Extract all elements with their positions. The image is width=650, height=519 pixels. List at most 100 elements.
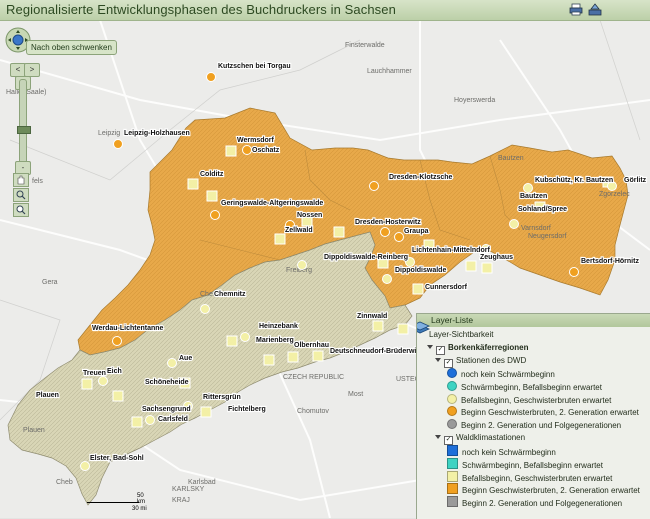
layer-visibility-label: Layer-Sichtbarkeit [429,330,494,339]
waldklima-station-marker[interactable] [412,283,424,295]
zoom-slider-thumb[interactable] [17,126,31,134]
group-dwd[interactable]: ✓ Stationen des DWD [435,355,526,368]
zoom-slider[interactable] [17,79,31,165]
group-borkenkaefer[interactable]: ✓ Borkenkäferregionen [427,342,528,355]
dwd-station-marker[interactable] [206,72,216,82]
wald-checkbox[interactable]: ✓ [444,436,453,445]
station-label: Heinzebank [259,323,298,330]
waldklima-station-marker[interactable] [112,390,124,402]
station-label: Elster, Bad-Sohl [90,455,144,462]
station-label: Zeughaus [480,254,513,261]
dwd-checkbox[interactable]: ✓ [444,359,453,368]
legend-item[interactable]: Befallsbeginn, Geschwisterbruten erwarte… [447,393,611,406]
expand-icon[interactable] [435,358,441,362]
legend-dot-icon [447,419,457,430]
print-icon[interactable] [569,3,583,16]
dwd-station-marker[interactable] [569,267,579,277]
dwd-station-marker[interactable] [509,219,519,229]
dwd-station-marker[interactable] [394,232,404,242]
dwd-station-marker[interactable] [113,139,123,149]
dwd-station-marker[interactable] [210,210,220,220]
legend-square-icon [447,445,458,456]
legend-item[interactable]: Beginn Geschwisterbruten, 2. Generation … [447,483,640,495]
legend-item[interactable]: Schwärmbeginn, Befallsbeginn erwartet [447,380,602,393]
waldklima-station-marker[interactable] [465,260,477,272]
basemap-label: Finsterwalde [345,42,385,49]
legend-square-icon [447,483,458,495]
page-title: Regionalisierte Entwicklungsphasen des B… [6,2,396,17]
legend-square-icon [447,496,458,508]
legend-label: Schwärmbeginn, Befallsbeginn erwartet [461,382,602,392]
legend-dot-icon [447,380,457,391]
dwd-station-marker[interactable] [523,183,533,193]
expand-icon[interactable] [427,345,433,349]
legend-item[interactable]: noch kein Schwärmbeginn [447,368,555,380]
basemap-label: Gera [42,279,58,286]
scale-km: 50 km [137,493,145,505]
station-label: Fichtelberg [228,406,266,413]
dwd-station-marker[interactable] [167,358,177,368]
waldklima-station-marker[interactable] [333,226,345,238]
station-label: Wermsdorf [237,137,274,144]
waldklima-station-marker[interactable] [206,190,218,202]
waldklima-station-marker[interactable] [225,145,237,157]
dwd-station-marker[interactable] [242,145,252,155]
station-label: Oschatz [252,147,280,154]
station-label: Dippoldiswalde [395,267,446,274]
group-checkbox[interactable]: ✓ [436,346,445,355]
dwd-station-marker[interactable] [240,332,250,342]
legend-item[interactable]: Beginn 2. Generation und Folgegeneration… [447,496,622,508]
dwd-station-marker[interactable] [80,461,90,471]
station-label: Plauen [36,392,59,399]
dwd-station-marker[interactable] [380,227,390,237]
waldklima-station-marker[interactable] [131,416,143,428]
station-label: Sachsengrund [142,406,191,413]
legend-item[interactable]: Beginn 2. Generation und Folgegeneration… [447,419,621,431]
waldklima-station-marker[interactable] [187,178,199,190]
station-label: Dippoldiswalde-Reinberg [324,254,408,261]
dwd-station-marker[interactable] [369,181,379,191]
dwd-station-marker[interactable] [98,376,108,386]
station-label: Rittersgrün [203,394,241,401]
dwd-station-marker[interactable] [297,260,307,270]
pan-right-button[interactable]: > [24,63,40,77]
layer-panel-header[interactable]: Layer-Liste [417,314,650,327]
pan-tooltip: Nach oben schwenken [26,40,117,55]
legend-label: Beginn 2. Generation und Folgegeneration… [462,499,623,509]
expand-icon[interactable] [435,435,441,439]
waldklima-station-marker[interactable] [81,378,93,390]
station-label: Treuen [83,370,106,377]
station-label: Werdau-Lichtentanne [92,325,164,332]
waldklima-station-marker[interactable] [287,351,299,363]
station-label: Nossen [297,212,322,219]
station-label: Kutzschen bei Torgau [218,63,291,70]
legend-item[interactable]: Schwärmbeginn, Befallsbeginn erwartet [447,457,603,470]
waldklima-station-marker[interactable] [397,323,409,335]
legend-label: Beginn 2. Generation und Folgegeneration… [461,421,622,431]
waldklima-station-marker[interactable] [263,354,275,366]
dwd-station-marker[interactable] [200,304,210,314]
legend-item[interactable]: Beginn Geschwisterbruten, 2. Generation … [447,406,639,418]
waldklima-station-marker[interactable] [274,233,286,245]
dwd-station-marker[interactable] [382,274,392,284]
waldklima-station-marker[interactable] [481,262,493,274]
hand-icon[interactable] [13,173,29,187]
dwd-station-marker[interactable] [145,415,155,425]
group-wald[interactable]: ✓ Waldklimastationen [435,432,525,445]
waldklima-station-marker[interactable] [312,350,324,362]
dwd-station-marker[interactable] [112,336,122,346]
legend-item[interactable]: Befallsbeginn, Geschwisterbruten erwarte… [447,470,612,483]
legend-dot-icon [447,406,457,417]
layer-panel[interactable]: Layer-Liste Layer-Sichtbarkeit ✓ Borkenkä… [416,313,650,519]
magnifier-icon[interactable] [13,203,29,217]
station-label: Cunnersdorf [425,284,468,291]
legend-item[interactable]: noch kein Schwärmbeginn [447,445,556,457]
station-label: Sohland/Spree [518,206,567,213]
export-icon[interactable] [588,3,602,16]
basemap-label: Karlsbad [188,479,216,486]
zoom-box-icon[interactable] [13,188,29,202]
waldklima-station-marker[interactable] [372,320,384,332]
layer-panel-title: Layer-Liste [431,315,474,325]
waldklima-station-marker[interactable] [226,335,238,347]
waldklima-station-marker[interactable] [200,406,212,418]
